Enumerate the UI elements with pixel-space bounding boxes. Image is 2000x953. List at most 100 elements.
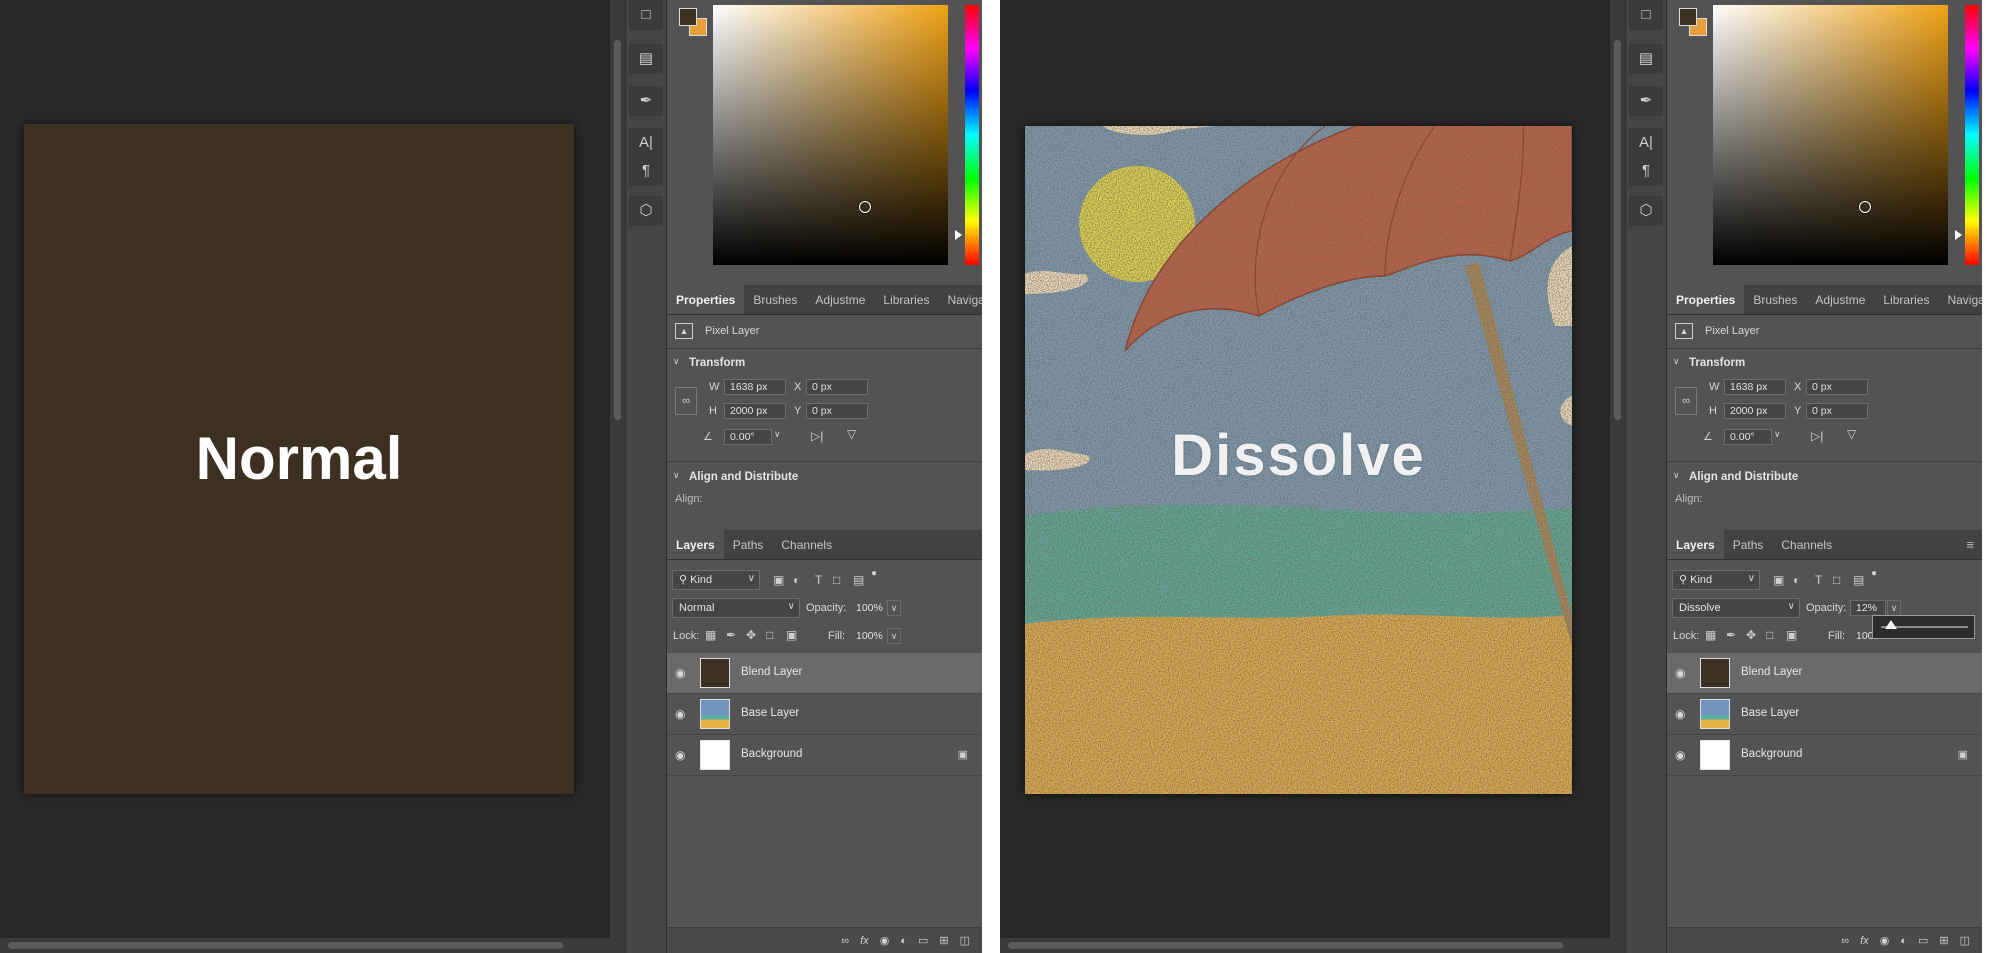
smart-object-filter-icon[interactable]: ▤ <box>1853 573 1864 587</box>
opacity-field[interactable]: 12% <box>1850 600 1886 616</box>
tab-navigator[interactable]: Navigator <box>938 285 982 314</box>
flip-vertical-icon[interactable]: ▽ <box>847 427 856 441</box>
foreground-color-swatch[interactable] <box>679 8 697 26</box>
layer-row[interactable]: ◉ Background ▣ <box>1667 735 1982 776</box>
layer-filter-select[interactable]: ⚲ Kind ∨ <box>672 570 760 590</box>
opacity-slider-popup[interactable] <box>1872 615 1975 639</box>
trash-icon[interactable]: ◫ <box>960 934 970 947</box>
layer-row[interactable]: ◉ Base Layer <box>1667 694 1982 735</box>
link-proportions-icon[interactable]: ∞ <box>675 387 697 415</box>
tab-libraries[interactable]: Libraries <box>1874 285 1938 314</box>
lock-transparent-icon[interactable]: ▦ <box>1705 628 1716 642</box>
visibility-eye-icon[interactable]: ◉ <box>1675 707 1685 721</box>
lock-all-icon[interactable]: ▣ <box>1786 628 1797 642</box>
blend-mode-select[interactable]: Dissolve ∨ <box>1672 598 1800 618</box>
height-field[interactable]: 2000 px <box>724 403 786 419</box>
comment-icon[interactable]: □ <box>1629 0 1663 28</box>
fill-field[interactable]: 100% <box>850 628 886 644</box>
scroll-thumb[interactable] <box>614 40 621 420</box>
scroll-thumb[interactable] <box>1008 942 1563 949</box>
visibility-eye-icon[interactable]: ◉ <box>675 707 685 721</box>
brush-settings-icon[interactable]: ✒ <box>1629 86 1663 114</box>
type-filter-icon[interactable]: T <box>815 573 822 587</box>
tab-layers[interactable]: Layers <box>667 530 724 559</box>
y-field[interactable]: 0 px <box>1806 403 1868 419</box>
tab-channels[interactable]: Channels <box>772 530 841 559</box>
tab-brushes[interactable]: Brushes <box>1744 285 1806 314</box>
tab-paths[interactable]: Paths <box>1724 530 1773 559</box>
paragraph-icon[interactable]: ¶ <box>629 156 663 184</box>
visibility-eye-icon[interactable]: ◉ <box>675 748 685 762</box>
mask-icon[interactable]: ◉ <box>880 934 890 947</box>
fx-icon[interactable]: fx <box>860 935 869 947</box>
chevron-down-icon[interactable]: ∨ <box>673 356 680 367</box>
tab-layers[interactable]: Layers <box>1667 530 1724 559</box>
adjustment-filter-icon[interactable]: ◐ <box>1793 573 1800 587</box>
filter-toggle-icon[interactable]: ● <box>871 568 877 579</box>
artboard-lock-icon[interactable]: □ <box>1766 628 1773 642</box>
chevron-down-icon[interactable]: ∨ <box>673 470 680 481</box>
link-proportions-icon[interactable]: ∞ <box>1675 387 1697 415</box>
width-field[interactable]: 1638 px <box>1724 379 1786 395</box>
flip-vertical-icon[interactable]: ▽ <box>1847 427 1856 441</box>
height-field[interactable]: 2000 px <box>1724 403 1786 419</box>
color-cursor[interactable] <box>1859 201 1871 213</box>
width-field[interactable]: 1638 px <box>724 379 786 395</box>
trash-icon[interactable]: ◫ <box>1960 934 1970 947</box>
new-layer-icon[interactable]: ⊞ <box>939 934 948 947</box>
tab-properties[interactable]: Properties <box>1667 285 1745 314</box>
histogram-icon[interactable]: ▤ <box>629 44 663 72</box>
y-field[interactable]: 0 px <box>806 403 868 419</box>
tab-channels[interactable]: Channels <box>1772 530 1841 559</box>
x-field[interactable]: 0 px <box>1806 379 1868 395</box>
foreground-color-swatch[interactable] <box>1679 8 1697 26</box>
tab-adjustments[interactable]: Adjustme <box>806 285 874 314</box>
mask-icon[interactable]: ◉ <box>1880 934 1890 947</box>
canvas-dissolve[interactable]: Dissolve <box>1025 126 1572 794</box>
layer-row[interactable]: ◉ Blend Layer <box>1667 653 1982 694</box>
layer-row[interactable]: ◉ Blend Layer <box>667 653 982 694</box>
visibility-eye-icon[interactable]: ◉ <box>1675 666 1685 680</box>
chevron-down-icon[interactable]: ∨ <box>887 628 901 644</box>
histogram-icon[interactable]: ▤ <box>1629 44 1663 72</box>
adjustment-filter-icon[interactable]: ◐ <box>793 573 800 587</box>
lock-position-icon[interactable]: ✥ <box>746 628 756 642</box>
tab-paths[interactable]: Paths <box>724 530 773 559</box>
angle-field[interactable]: 0.00° <box>724 429 772 445</box>
horizontal-scrollbar[interactable] <box>0 938 610 953</box>
pixel-filter-icon[interactable]: ▣ <box>773 573 784 587</box>
lock-position-icon[interactable]: ✥ <box>1746 628 1756 642</box>
lock-image-icon[interactable]: ✒ <box>1726 628 1736 642</box>
fx-icon[interactable]: fx <box>1860 935 1869 947</box>
chevron-down-icon[interactable]: ∨ <box>887 600 901 616</box>
shape-filter-icon[interactable]: □ <box>1833 573 1840 587</box>
folder-icon[interactable]: ▭ <box>918 934 928 947</box>
vertical-scrollbar[interactable] <box>610 0 625 953</box>
paragraph-icon[interactable]: ¶ <box>1629 156 1663 184</box>
panel-menu-icon[interactable]: ≡ <box>1966 530 1982 559</box>
x-field[interactable]: 0 px <box>806 379 868 395</box>
3d-cube-icon[interactable]: ⬡ <box>1629 196 1663 224</box>
shape-filter-icon[interactable]: □ <box>833 573 840 587</box>
horizontal-scrollbar[interactable] <box>1000 938 1610 953</box>
smart-object-filter-icon[interactable]: ▤ <box>853 573 864 587</box>
adjustment-icon[interactable]: ◐ <box>1900 935 1907 947</box>
comment-icon[interactable]: □ <box>629 0 663 28</box>
color-cursor[interactable] <box>859 201 871 213</box>
hue-marker[interactable] <box>1955 230 1962 240</box>
adjustment-icon[interactable]: ◐ <box>900 935 907 947</box>
hue-slider[interactable] <box>965 5 979 265</box>
layer-row[interactable]: ◉ Base Layer <box>667 694 982 735</box>
folder-icon[interactable]: ▭ <box>1918 934 1928 947</box>
chevron-down-icon[interactable]: ∨ <box>774 429 781 440</box>
blend-mode-select[interactable]: Normal ∨ <box>672 598 800 618</box>
opacity-field[interactable]: 100% <box>850 600 886 616</box>
canvas-normal[interactable]: Normal <box>24 124 574 794</box>
link-icon[interactable]: ∞ <box>1841 935 1849 947</box>
chevron-down-icon[interactable]: ∨ <box>1774 429 1781 440</box>
artboard-lock-icon[interactable]: □ <box>766 628 773 642</box>
flip-horizontal-icon[interactable]: ▷| <box>811 429 823 443</box>
new-layer-icon[interactable]: ⊞ <box>1939 934 1948 947</box>
lock-image-icon[interactable]: ✒ <box>726 628 736 642</box>
slider-knob[interactable] <box>1885 620 1898 629</box>
